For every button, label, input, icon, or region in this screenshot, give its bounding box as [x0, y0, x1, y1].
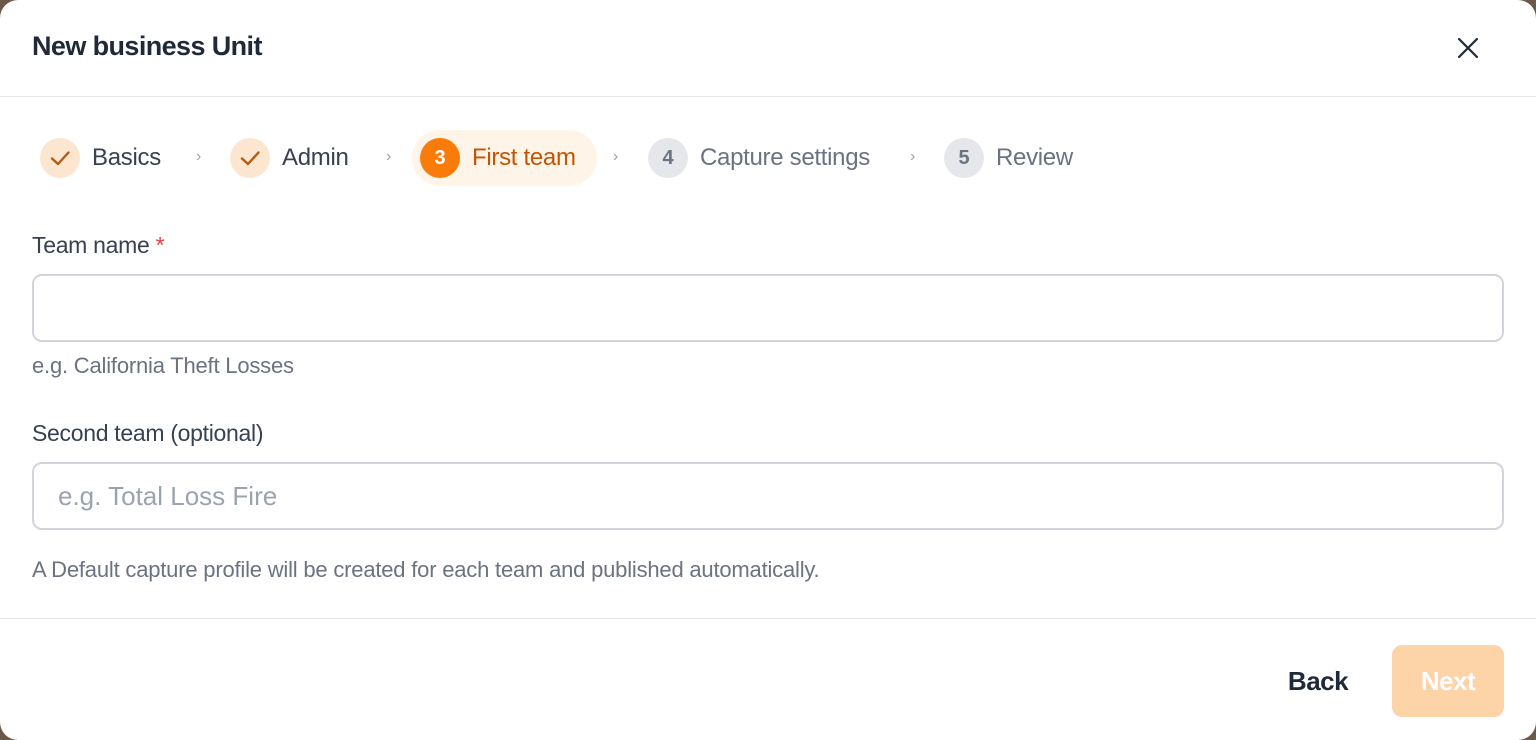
second-team-label: Second team (optional)	[32, 420, 264, 446]
chevron-right-icon: ›	[910, 148, 916, 165]
close-button[interactable]	[1452, 32, 1484, 64]
second-team-input[interactable]	[32, 462, 1504, 530]
next-button[interactable]: Next	[1392, 645, 1504, 717]
team-name-hint: e.g. California Theft Losses	[32, 353, 294, 378]
step-admin[interactable]: Admin	[230, 130, 349, 186]
close-icon	[1457, 37, 1479, 59]
modal-title: New business Unit	[32, 31, 262, 61]
chevron-right-icon: ›	[386, 148, 392, 165]
step-number-badge: 4	[648, 138, 688, 178]
step-first-team[interactable]: 3 First team	[412, 130, 597, 186]
chevron-right-icon: ›	[613, 148, 619, 165]
step-basics[interactable]: Basics	[40, 130, 161, 186]
step-number-badge: 5	[944, 138, 984, 178]
step-label: Admin	[282, 144, 349, 171]
required-marker: *	[155, 232, 165, 258]
step-capture-settings[interactable]: 4 Capture settings	[648, 130, 870, 186]
check-icon	[40, 138, 80, 178]
step-label: Capture settings	[700, 144, 870, 171]
step-label: Review	[996, 144, 1073, 171]
back-button[interactable]: Back	[1268, 645, 1368, 717]
modal-header: New business Unit	[0, 0, 1536, 97]
step-label: Basics	[92, 144, 161, 171]
step-label: First team	[472, 144, 576, 171]
team-name-input[interactable]	[32, 274, 1504, 342]
team-name-label: Team name *	[32, 232, 165, 259]
new-business-unit-modal: New business Unit Basics › Admin › 3 Fir…	[0, 0, 1536, 740]
step-number-badge: 3	[420, 138, 460, 178]
check-icon	[230, 138, 270, 178]
capture-profile-info: A Default capture profile will be create…	[32, 557, 820, 582]
wizard-stepper: Basics › Admin › 3 First team › 4 Captur…	[0, 130, 1536, 186]
chevron-right-icon: ›	[196, 148, 202, 165]
team-name-label-text: Team name	[32, 232, 150, 258]
step-review[interactable]: 5 Review	[944, 130, 1073, 186]
modal-footer: Back Next	[0, 618, 1536, 740]
